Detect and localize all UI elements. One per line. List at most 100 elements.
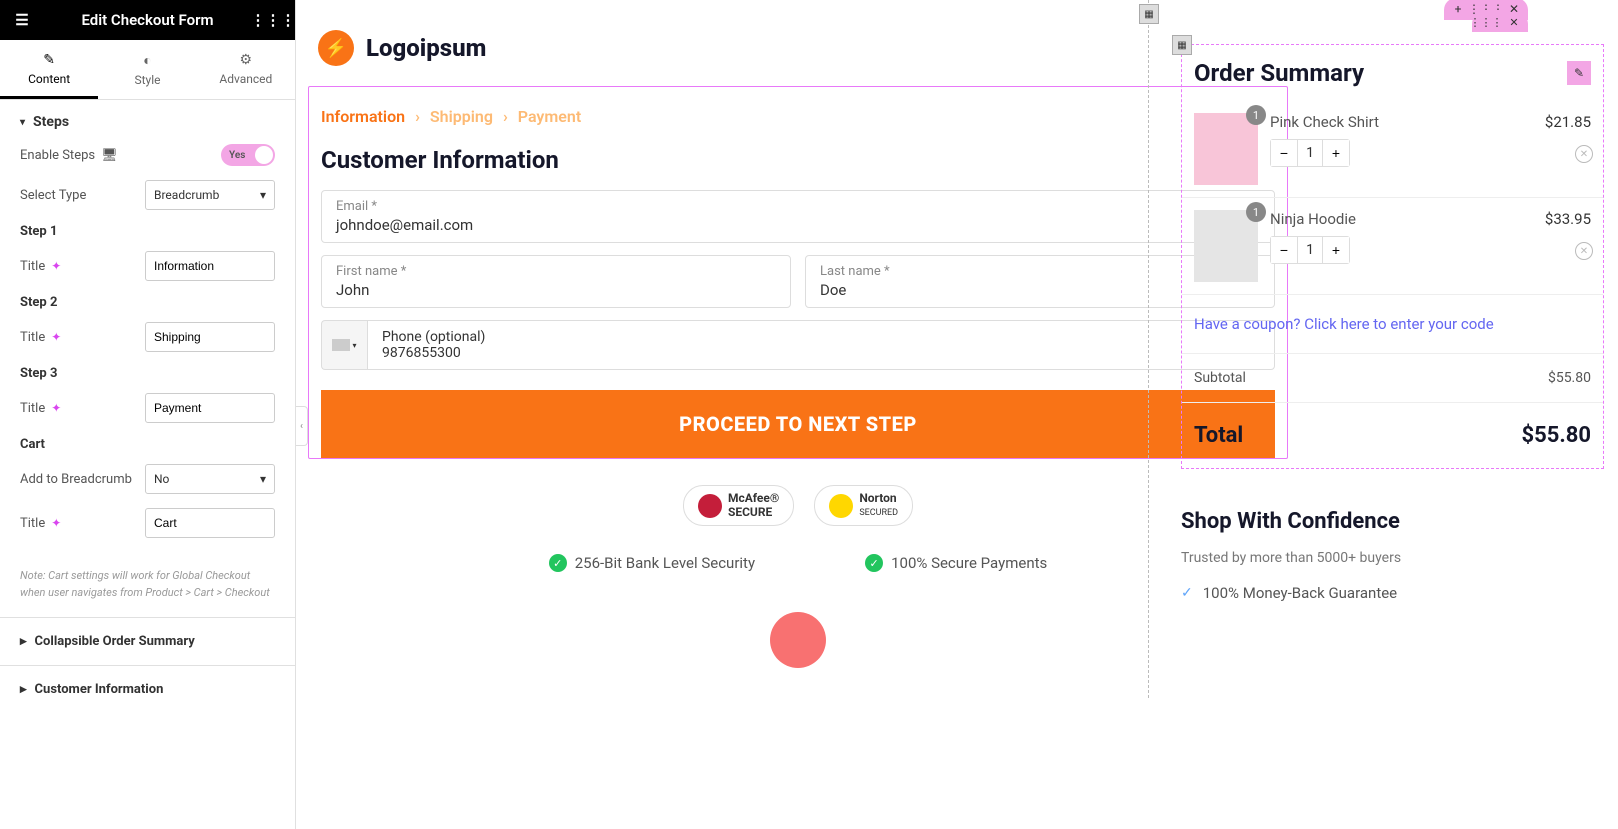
step1-heading: Step 1: [20, 224, 275, 239]
step1-title-input[interactable]: [145, 251, 275, 281]
first-name-field[interactable]: First name * John: [321, 255, 791, 308]
phone-field-wrap: ▾ Phone (optional) 9876855300: [321, 320, 1275, 370]
qty-value: 1: [1297, 140, 1323, 166]
breadcrumb-information[interactable]: Information: [321, 107, 405, 126]
norton-icon: [829, 494, 853, 518]
enable-steps-toggle[interactable]: Yes: [221, 144, 275, 166]
step2-title-label: Title✦: [20, 330, 61, 345]
sparkle-icon: ✦: [51, 330, 61, 344]
logo-icon: ⚡: [318, 30, 354, 66]
coupon-link[interactable]: Have a coupon? Click here to enter your …: [1182, 295, 1603, 354]
mcafee-badge: McAfee®SECURE: [683, 485, 794, 526]
product-price: $21.85: [1545, 113, 1591, 131]
step3-title-label: Title✦: [20, 401, 61, 416]
product-image: 1: [1194, 113, 1258, 185]
caret-right-icon: ▸: [20, 682, 27, 697]
checkout-form-widget[interactable]: Information › Shipping › Payment Custome…: [308, 86, 1288, 459]
column-handle[interactable]: ▦: [1139, 4, 1159, 24]
confidence-title: Shop With Confidence: [1181, 509, 1604, 534]
trust-badges: McAfee®SECURE NortonSECURED: [308, 459, 1288, 544]
check-icon: ✓: [1181, 585, 1193, 601]
norton-badge: NortonSECURED: [814, 485, 913, 526]
add-breadcrumb-dropdown[interactable]: No ▾: [145, 464, 275, 494]
caret-down-icon: ▾: [20, 117, 25, 128]
flag-icon: [332, 339, 350, 351]
tab-content[interactable]: ✎ Content: [0, 40, 98, 99]
order-summary-widget[interactable]: ▦ Order Summary ✎ 1 Pink Check Shirt − 1…: [1181, 44, 1604, 469]
confidence-sub: Trusted by more than 5000+ buyers: [1181, 550, 1604, 566]
logo-row: ⚡ Logoipsum: [308, 20, 1288, 86]
gear-icon: ⚙: [201, 52, 291, 68]
section-steps-header[interactable]: ▾ Steps: [0, 100, 295, 144]
caret-right-icon: ▸: [20, 634, 27, 649]
cart-title-input[interactable]: [145, 508, 275, 538]
product-image: 1: [1194, 210, 1258, 282]
qty-badge: 1: [1246, 105, 1266, 125]
logo-text: Logoipsum: [366, 34, 486, 62]
chevron-right-icon: ›: [503, 107, 508, 126]
menu-icon[interactable]: ☰: [12, 10, 32, 30]
inner-column-handle[interactable]: ▦: [1172, 35, 1192, 55]
proceed-button[interactable]: PROCEED TO NEXT STEP: [321, 390, 1275, 458]
collapsible-order-summary[interactable]: ▸ Collapsible Order Summary: [0, 617, 295, 665]
step2-title-input[interactable]: [145, 322, 275, 352]
chevron-right-icon: ›: [415, 107, 420, 126]
tab-style[interactable]: ◐ Style: [98, 40, 196, 99]
phone-field[interactable]: Phone (optional) 9876855300: [367, 320, 1275, 370]
qty-minus-button[interactable]: −: [1271, 237, 1297, 263]
qty-plus-button[interactable]: +: [1323, 237, 1349, 263]
toggle-knob: [255, 146, 273, 164]
order-summary-title: Order Summary: [1194, 59, 1364, 87]
qty-minus-button[interactable]: −: [1271, 140, 1297, 166]
security-row: ✓ 256-Bit Bank Level Security ✓ 100% Sec…: [308, 544, 1288, 602]
panel-body: ▾ Steps Enable Steps 🖥 Yes Select Type B…: [0, 100, 295, 829]
phone-country-select[interactable]: ▾: [321, 320, 367, 370]
panel-tabs: ✎ Content ◐ Style ⚙ Advanced: [0, 40, 295, 100]
total-value: $55.80: [1522, 423, 1592, 448]
security-item-1: ✓ 256-Bit Bank Level Security: [549, 554, 755, 572]
check-circle-icon: ✓: [549, 554, 567, 572]
select-type-dropdown[interactable]: Breadcrumb ▾: [145, 180, 275, 210]
step3-title-input[interactable]: [145, 393, 275, 423]
cart-title-label: Title✦: [20, 516, 61, 531]
tab-advanced[interactable]: ⚙ Advanced: [197, 40, 295, 99]
chevron-down-icon: ▾: [260, 188, 266, 202]
drag-widget-button[interactable]: ⋮⋮⋮: [1472, 12, 1500, 32]
qty-value: 1: [1297, 237, 1323, 263]
product-price: $33.95: [1545, 210, 1591, 228]
sparkle-icon: ✦: [51, 516, 61, 530]
close-widget-button[interactable]: ✕: [1500, 12, 1528, 32]
subtotal-value: $55.80: [1548, 370, 1591, 386]
confidence-item: ✓ 100% Money-Back Guarantee: [1181, 584, 1604, 602]
collapse-panel-button[interactable]: ‹: [296, 406, 308, 446]
widget-toolbar: ⋮⋮⋮ ✕: [1472, 12, 1528, 32]
pencil-icon: ✎: [4, 52, 94, 68]
email-field[interactable]: Email * johndoe@email.com: [321, 190, 1275, 243]
qty-control: − 1 +: [1270, 236, 1350, 264]
right-column: ▦ ⋮⋮⋮ ✕ ▦ Order Summary ✎ 1 Pink Check S…: [1148, 0, 1618, 698]
confidence-section: Shop With Confidence Trusted by more tha…: [1149, 489, 1618, 634]
product-name: Pink Check Shirt: [1270, 113, 1533, 131]
cart-heading: Cart: [20, 437, 275, 452]
cart-item: 1 Pink Check Shirt − 1 + $21.85 ✕: [1182, 101, 1603, 198]
grid-icon[interactable]: ⋮⋮⋮: [263, 10, 283, 30]
step2-heading: Step 2: [20, 295, 275, 310]
chevron-down-icon: ▾: [352, 341, 356, 350]
remove-item-button[interactable]: ✕: [1575, 145, 1593, 163]
testimonial-avatar: [770, 612, 826, 668]
remove-item-button[interactable]: ✕: [1575, 242, 1593, 260]
qty-plus-button[interactable]: +: [1323, 140, 1349, 166]
cart-note: Note: Cart settings will work for Global…: [0, 568, 295, 617]
check-circle-icon: ✓: [865, 554, 883, 572]
breadcrumb-payment[interactable]: Payment: [518, 107, 581, 126]
desktop-icon: 🖥: [101, 148, 118, 163]
breadcrumb-shipping[interactable]: Shipping: [430, 107, 493, 126]
editor-canvas: + ⋮⋮⋮ ✕ ⚡ Logoipsum Information › Shippi…: [308, 0, 1618, 698]
enable-steps-label: Enable Steps 🖥: [20, 148, 118, 163]
select-type-label: Select Type: [20, 188, 86, 203]
step1-title-label: Title✦: [20, 259, 61, 274]
collapsible-customer-info[interactable]: ▸ Customer Information: [0, 665, 295, 713]
customer-info-title: Customer Information: [309, 146, 1287, 190]
edit-widget-button[interactable]: ✎: [1567, 61, 1591, 85]
checkout-breadcrumb: Information › Shipping › Payment: [309, 107, 1287, 146]
